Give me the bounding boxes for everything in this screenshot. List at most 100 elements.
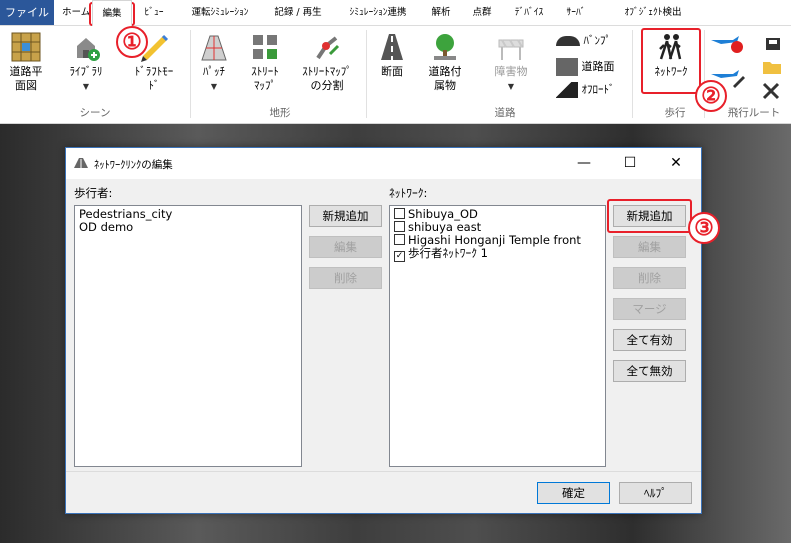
- road-surface-button[interactable]: 道路面: [556, 58, 626, 76]
- library-button[interactable]: ﾗｲﾌﾞﾗﾘ ▼: [60, 32, 112, 94]
- street-map-button[interactable]: ｽﾄﾘｰﾄ ﾏｯﾌﾟ: [240, 32, 290, 93]
- tab-device[interactable]: ﾃﾞﾊﾞｲｽ: [508, 0, 550, 25]
- close-button[interactable]: ✕: [653, 148, 699, 179]
- street-map-icon: [253, 35, 277, 59]
- network-checkbox[interactable]: [394, 234, 405, 245]
- library-label: ﾗｲﾌﾞﾗﾘ: [69, 65, 103, 78]
- ribbon-separator: [366, 30, 367, 118]
- road-plan-icon: [11, 32, 41, 62]
- tab-point-cloud[interactable]: 点群: [467, 0, 497, 25]
- obstacle-label: 障害物: [494, 65, 528, 78]
- network-name: Shibuya_OD: [408, 207, 478, 221]
- network-list-label: ﾈｯﾄﾜｰｸ:: [389, 186, 428, 200]
- dialog-divider: [66, 471, 701, 472]
- network-checkbox[interactable]: [394, 221, 405, 232]
- group-scene-label: シーン: [79, 107, 111, 119]
- network-checkbox-checked[interactable]: ✓: [394, 251, 405, 262]
- library-icon: [77, 38, 100, 61]
- offroad-button[interactable]: ｵﾌﾛｰﾄﾞ: [556, 82, 626, 98]
- network-name: Higashi Honganji Temple front: [408, 233, 581, 247]
- group-terrain-label: 地形: [269, 107, 291, 119]
- disable-all-button[interactable]: 全て無効: [613, 360, 686, 382]
- folder-icon: [763, 62, 781, 74]
- pedestrian-edit-button[interactable]: 編集: [309, 236, 382, 258]
- street-map-split-label: ｽﾄﾘｰﾄﾏｯﾌﾟ の分割: [302, 65, 352, 92]
- maximize-button[interactable]: ☐: [607, 148, 653, 179]
- offroad-label: ｵﾌﾛｰﾄﾞ: [581, 83, 615, 96]
- annotation-marker-3: ③: [688, 212, 720, 244]
- street-map-split-icon: [316, 36, 340, 60]
- network-edit-button[interactable]: 編集: [613, 236, 686, 258]
- obstacle-button[interactable]: 障害物 ▼: [486, 32, 536, 94]
- street-map-split-button[interactable]: ｽﾄﾘｰﾄﾏｯﾌﾟ の分割: [294, 32, 360, 93]
- tab-object-detection[interactable]: ｵﾌﾞｼﾞｪｸﾄ検出: [603, 0, 703, 25]
- pedestrian-delete-button[interactable]: 削除: [309, 267, 382, 289]
- tab-record-playback[interactable]: 記録 / 再生: [267, 0, 329, 25]
- airplane-save-icon: [766, 38, 780, 50]
- tab-edit[interactable]: 編集: [92, 0, 132, 26]
- tab-server[interactable]: ｻｰﾊﾞ: [561, 0, 591, 25]
- flight-delete-button[interactable]: [758, 80, 786, 104]
- menu-bar: ファイル ホーム 編集 ﾋﾞｭｰ 運転ｼﾐｭﾚｰｼｮﾝ 記録 / 再生 ｼﾐｭﾚ…: [0, 0, 791, 26]
- patch-label: ﾊﾟｯﾁ: [203, 65, 225, 78]
- help-button[interactable]: ﾍﾙﾌﾟ: [619, 482, 692, 504]
- highlight-network-button: [641, 28, 701, 94]
- network-name: 歩行者ﾈｯﾄﾜｰｸ 1: [408, 246, 488, 260]
- pedestrian-add-button[interactable]: 新規追加: [309, 205, 382, 227]
- road-attachment-label: 道路付 属物: [428, 65, 462, 92]
- network-delete-button[interactable]: 削除: [613, 267, 686, 289]
- tab-view[interactable]: ﾋﾞｭｰ: [136, 0, 172, 25]
- patch-icon: [201, 35, 227, 61]
- dialog-title: ﾈｯﾄﾜｰｸﾘﾝｸの編集: [94, 159, 173, 171]
- tab-analysis[interactable]: 解析: [426, 0, 456, 25]
- road-surface-icon: [556, 58, 578, 76]
- highlight-network-add-button: [607, 199, 692, 233]
- road-plan-button[interactable]: 道路平 面図: [4, 32, 48, 93]
- tab-home[interactable]: ホーム: [62, 0, 90, 25]
- draft-mode-label: ﾄﾞﾗﾌﾄﾓｰ ﾄﾞ: [134, 65, 174, 92]
- bump-button[interactable]: ﾊﾞﾝﾌﾟ: [556, 34, 626, 48]
- tab-driving-simulation[interactable]: 運転ｼﾐｭﾚｰｼｮﾝ: [180, 0, 260, 25]
- pedestrians-label: 歩行者:: [74, 186, 113, 200]
- cross-section-icon: [381, 34, 403, 60]
- group-pedestrian-label: 歩行: [664, 107, 686, 119]
- dialog-app-icon: [74, 158, 88, 168]
- obstacle-icon: [498, 39, 524, 60]
- network-listbox[interactable]: Shibuya_OD shibuya east Higashi Honganji…: [389, 205, 606, 467]
- road-attachment-icon: [434, 34, 456, 60]
- group-road-label: 道路: [494, 107, 516, 119]
- flight-route-add-button[interactable]: [708, 32, 748, 58]
- annotation-marker-1: ①: [116, 26, 148, 58]
- flight-open-button[interactable]: [758, 56, 786, 80]
- list-item[interactable]: OD demo: [79, 221, 133, 234]
- street-map-label: ｽﾄﾘｰﾄ ﾏｯﾌﾟ: [251, 65, 279, 92]
- road-plan-label: 道路平 面図: [9, 65, 43, 92]
- network-merge-button[interactable]: マージ: [613, 298, 686, 320]
- flight-save-button[interactable]: [758, 32, 786, 56]
- ok-button[interactable]: 確定: [537, 482, 610, 504]
- obstacle-dropdown-arrow-icon[interactable]: ▼: [508, 82, 514, 91]
- cross-section-label: 断面: [381, 65, 403, 78]
- pedestrians-listbox[interactable]: Pedestrians_city OD demo: [74, 205, 302, 467]
- dialog-titlebar[interactable]: ﾈｯﾄﾜｰｸﾘﾝｸの編集 — ☐ ✕: [66, 148, 701, 179]
- network-list-item[interactable]: ✓ 歩行者ﾈｯﾄﾜｰｸ 1: [394, 247, 488, 262]
- tab-simulation-link[interactable]: ｼﾐｭﾚｰｼｮﾝ連携: [338, 0, 418, 25]
- ribbon-separator: [190, 30, 191, 118]
- road-attachment-button[interactable]: 道路付 属物: [420, 32, 470, 93]
- annotation-marker-2: ②: [695, 80, 727, 112]
- airplane-delete-icon: [762, 82, 780, 100]
- network-checkbox[interactable]: [394, 208, 405, 219]
- patch-button[interactable]: ﾊﾟｯﾁ ▼: [194, 32, 234, 94]
- road-surface-label: 道路面: [581, 60, 615, 73]
- offroad-icon: [556, 82, 578, 98]
- cross-section-button[interactable]: 断面: [372, 32, 412, 79]
- file-menu-tab[interactable]: ファイル: [0, 0, 54, 25]
- enable-all-button[interactable]: 全て有効: [613, 329, 686, 351]
- ribbon-separator: [632, 30, 633, 118]
- minimize-button[interactable]: —: [561, 148, 607, 179]
- patch-dropdown-arrow-icon[interactable]: ▼: [211, 82, 217, 91]
- network-name: shibuya east: [408, 220, 482, 234]
- group-flight-route-label: 飛行ルート: [727, 107, 781, 119]
- library-dropdown-arrow-icon[interactable]: ▼: [83, 82, 89, 91]
- airplane-record-icon: [711, 36, 743, 53]
